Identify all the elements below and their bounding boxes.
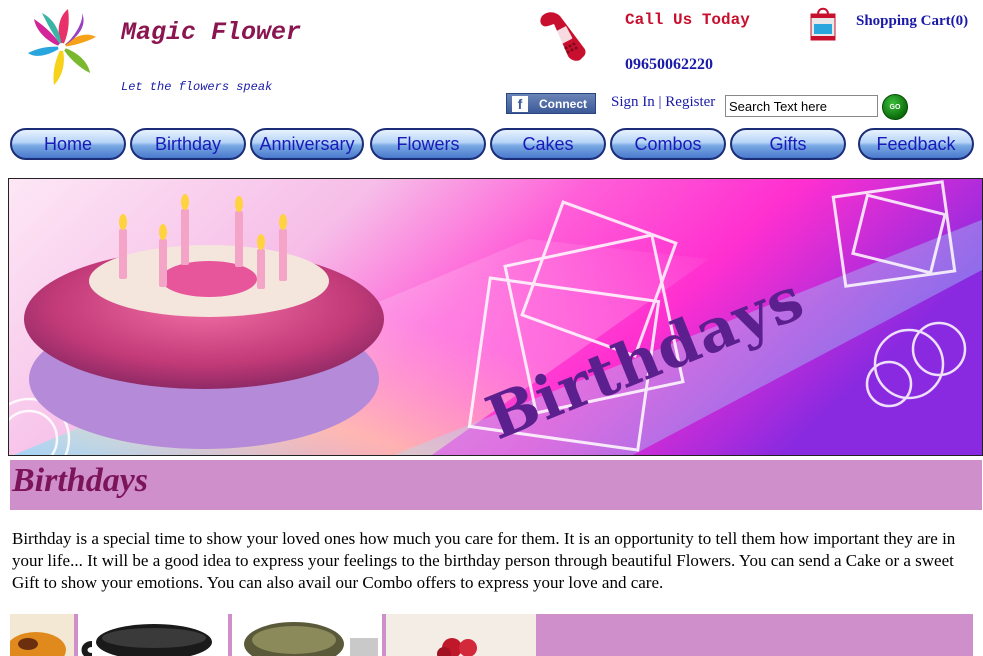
site-logo[interactable] [26, 6, 98, 88]
product-image [78, 614, 228, 656]
register-link[interactable]: Register [665, 94, 715, 110]
section-header-bar [10, 460, 982, 510]
nav-combos[interactable]: Combos [610, 128, 726, 160]
product-thumb[interactable] [232, 614, 382, 656]
shopping-cart-link[interactable]: Shopping Cart(0) [856, 13, 968, 30]
product-image [10, 614, 74, 656]
product-image [232, 614, 382, 656]
pinwheel-flower-logo [28, 9, 96, 85]
nav-birthday[interactable]: Birthday [130, 128, 246, 160]
nav-feedback[interactable]: Feedback [858, 128, 974, 160]
nav-home[interactable]: Home [10, 128, 126, 160]
facebook-connect-button[interactable]: f Connect [506, 93, 596, 114]
section-description: Birthday is a special time to show your … [12, 529, 956, 592]
mobile-phone-icon [536, 10, 588, 64]
product-thumb[interactable] [386, 614, 536, 656]
birthday-banner: Birthdays [8, 178, 983, 456]
section-title: Birthdays [12, 462, 149, 499]
nav-gifts[interactable]: Gifts [730, 128, 846, 160]
site-tagline: Let the flowers speak [121, 80, 273, 94]
nav-anniversary[interactable]: Anniversary [250, 128, 364, 160]
search-input[interactable] [725, 95, 878, 117]
product-strip [10, 614, 973, 656]
product-thumb[interactable] [78, 614, 228, 656]
main-nav: Home Birthday Anniversary Flowers Cakes … [10, 128, 975, 162]
product-thumb[interactable] [10, 614, 74, 656]
nav-cakes[interactable]: Cakes [490, 128, 606, 160]
shopping-bag-icon[interactable] [809, 4, 837, 42]
facebook-icon: f [512, 95, 528, 112]
nav-flowers[interactable]: Flowers [370, 128, 486, 160]
site-name: Magic Flower [121, 18, 302, 47]
product-image [386, 614, 536, 656]
call-us-label: Call Us Today [625, 11, 750, 29]
search-go-button[interactable]: GO [882, 94, 908, 120]
facebook-connect-label: Connect [539, 96, 587, 111]
phone-number: 09650062220 [625, 56, 713, 73]
auth-links: Sign In | Register [611, 94, 715, 111]
sign-in-link[interactable]: Sign In [611, 94, 655, 110]
auth-separator: | [658, 94, 662, 110]
